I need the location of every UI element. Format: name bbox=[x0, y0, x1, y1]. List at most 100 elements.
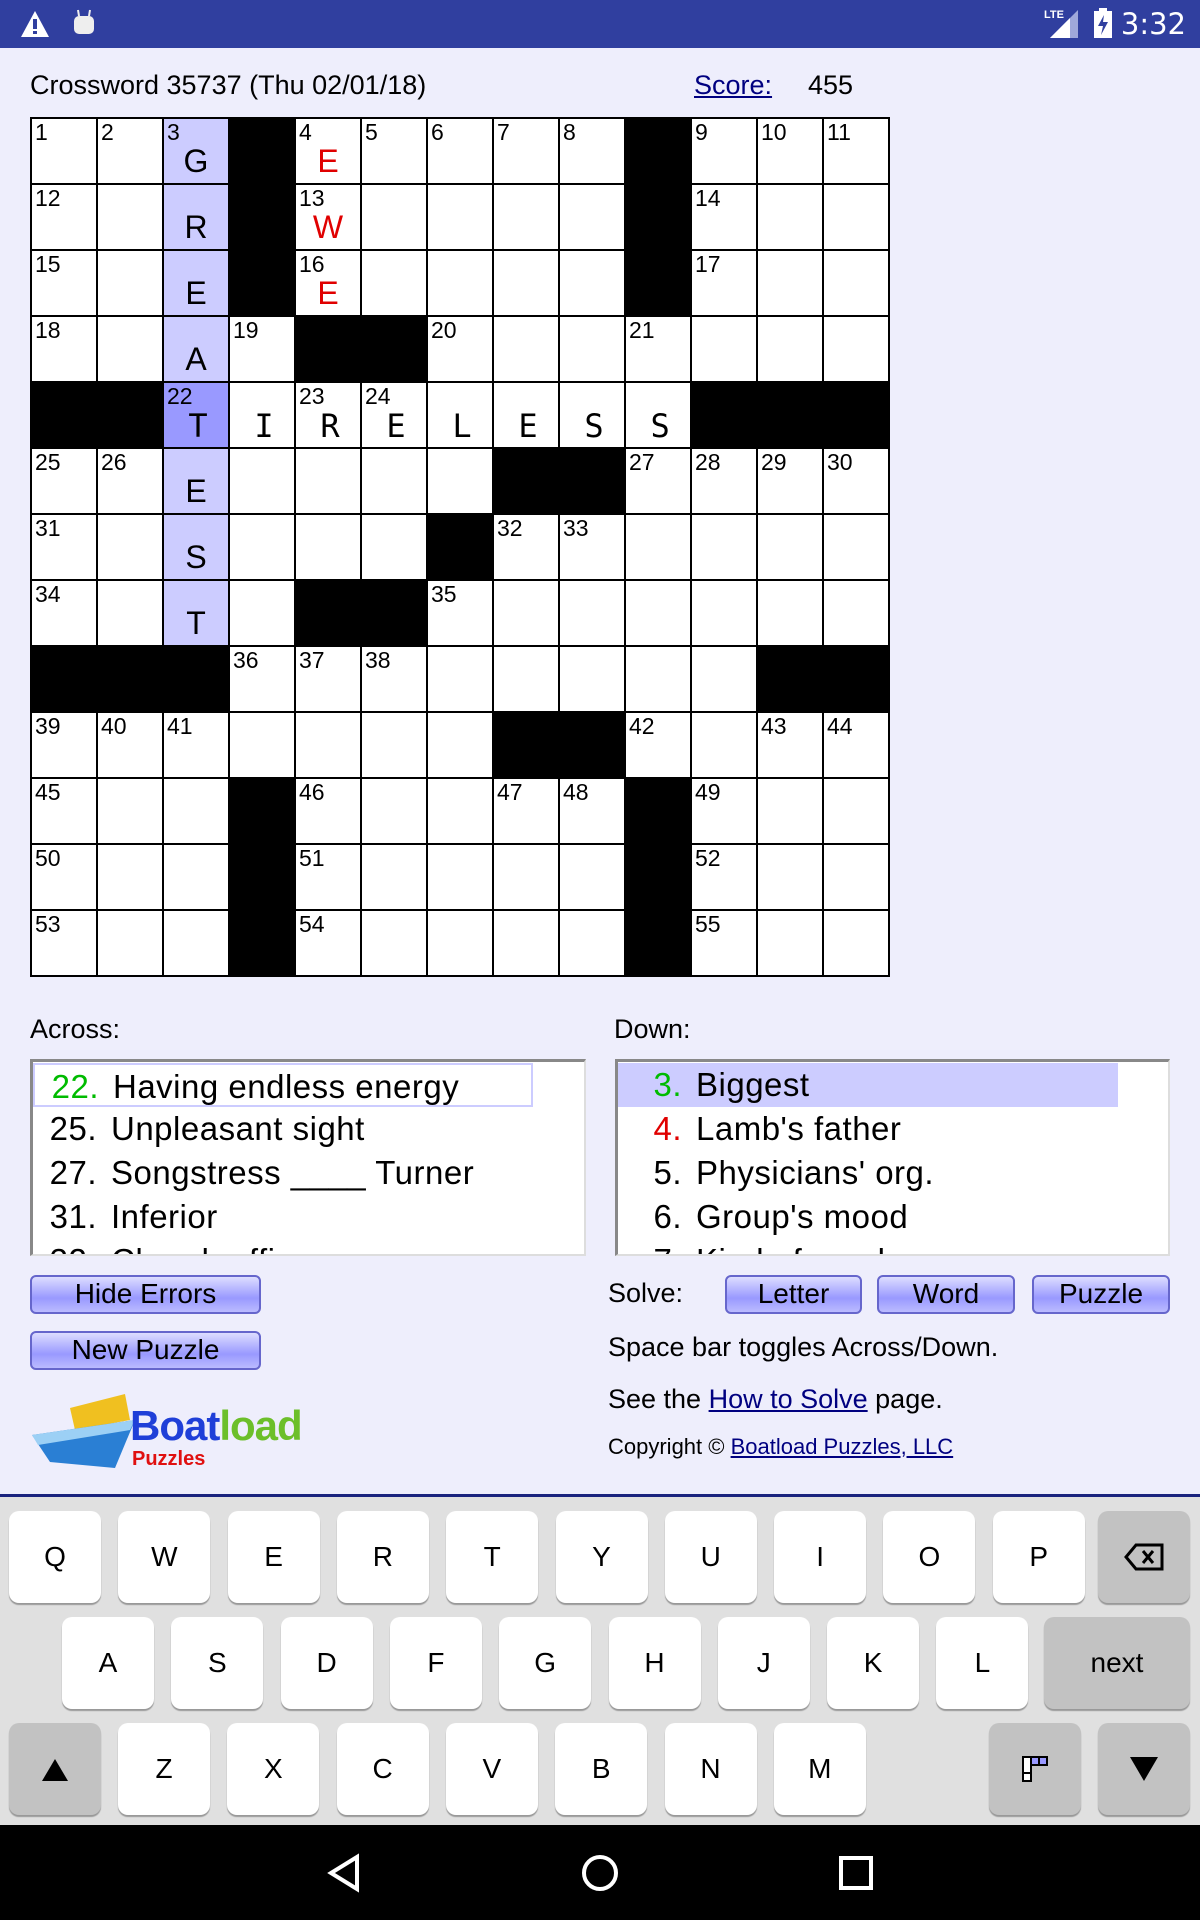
key-y[interactable]: Y bbox=[555, 1511, 648, 1603]
across-clue[interactable]: 27. Songstress ____ Turner bbox=[33, 1151, 584, 1195]
key-b[interactable]: B bbox=[555, 1723, 648, 1815]
grid-cell[interactable] bbox=[758, 845, 822, 909]
grid-cell[interactable] bbox=[494, 317, 558, 381]
grid-cell[interactable] bbox=[230, 515, 294, 579]
grid-cell[interactable]: 4E bbox=[296, 119, 360, 183]
grid-cell[interactable]: 36 bbox=[230, 647, 294, 711]
grid-cell[interactable]: 3G bbox=[164, 119, 228, 183]
key-a[interactable]: A bbox=[62, 1617, 154, 1709]
grid-cell[interactable] bbox=[626, 383, 690, 447]
key-n[interactable]: N bbox=[664, 1723, 757, 1815]
key-p[interactable]: P bbox=[992, 1511, 1085, 1603]
grid-cell[interactable] bbox=[692, 317, 756, 381]
grid-cell[interactable] bbox=[428, 911, 492, 975]
grid-cell[interactable]: 23 bbox=[296, 383, 360, 447]
company-link[interactable]: Boatload Puzzles, LLC bbox=[731, 1434, 954, 1459]
key-i[interactable]: I bbox=[774, 1511, 867, 1603]
grid-cell[interactable] bbox=[428, 647, 492, 711]
grid-cell[interactable]: 19 bbox=[230, 317, 294, 381]
grid-cell[interactable] bbox=[758, 317, 822, 381]
grid-cell[interactable] bbox=[692, 647, 756, 711]
grid-cell[interactable]: 42 bbox=[626, 713, 690, 777]
grid-cell[interactable]: 13 W bbox=[296, 185, 360, 249]
grid-cell[interactable] bbox=[428, 185, 492, 249]
grid-cell[interactable]: 22 bbox=[164, 383, 228, 447]
solve-letter-button[interactable]: Letter bbox=[725, 1275, 862, 1314]
grid-cell[interactable]: T bbox=[164, 581, 228, 645]
grid-cell[interactable] bbox=[494, 185, 558, 249]
key-e[interactable]: E bbox=[227, 1511, 320, 1603]
grid-cell[interactable]: 31 bbox=[32, 515, 96, 579]
grid-cell[interactable] bbox=[758, 515, 822, 579]
grid-cell[interactable] bbox=[362, 449, 426, 513]
grid-cell[interactable]: 48 bbox=[560, 779, 624, 843]
grid-cell[interactable] bbox=[824, 779, 888, 843]
grid-cell[interactable] bbox=[494, 845, 558, 909]
grid-cell[interactable] bbox=[362, 515, 426, 579]
grid-cell[interactable]: 55 bbox=[692, 911, 756, 975]
key-v[interactable]: V bbox=[445, 1723, 538, 1815]
grid-cell[interactable] bbox=[626, 515, 690, 579]
grid-cell[interactable] bbox=[428, 713, 492, 777]
grid-cell[interactable] bbox=[362, 845, 426, 909]
grid-cell[interactable]: 43 bbox=[758, 713, 822, 777]
grid-cell[interactable] bbox=[824, 185, 888, 249]
grid-cell[interactable] bbox=[824, 251, 888, 315]
score-link[interactable]: Score: bbox=[694, 70, 772, 101]
grid-cell[interactable]: E bbox=[164, 449, 228, 513]
grid-cell[interactable]: 44 bbox=[824, 713, 888, 777]
grid-cell[interactable]: 35 bbox=[428, 581, 492, 645]
grid-cell[interactable]: 38 bbox=[362, 647, 426, 711]
grid-cell[interactable]: 37 bbox=[296, 647, 360, 711]
down-clue[interactable]: 5. Physicians' org. bbox=[618, 1151, 1168, 1195]
next-key[interactable]: next bbox=[1044, 1617, 1190, 1709]
grid-cell[interactable] bbox=[362, 911, 426, 975]
grid-cell[interactable]: 14 bbox=[692, 185, 756, 249]
grid-cell[interactable] bbox=[560, 383, 624, 447]
grid-cell[interactable]: 53 bbox=[32, 911, 96, 975]
grid-cell[interactable]: 12 bbox=[32, 185, 96, 249]
key-t[interactable]: T bbox=[446, 1511, 539, 1603]
grid-cell[interactable] bbox=[758, 779, 822, 843]
across-clue[interactable]: 25. Unpleasant sight bbox=[33, 1107, 584, 1151]
recents-icon[interactable] bbox=[836, 1853, 876, 1893]
down-clue[interactable]: 4. Lamb's father bbox=[618, 1107, 1168, 1151]
grid-cell[interactable]: 46 bbox=[296, 779, 360, 843]
grid-cell[interactable]: 11 bbox=[824, 119, 888, 183]
down-clue-list[interactable]: 3. Biggest 4. Lamb's father 5. Physicians' or… bbox=[615, 1059, 1170, 1256]
grid-cell[interactable] bbox=[230, 383, 294, 447]
key-r[interactable]: R bbox=[336, 1511, 429, 1603]
grid-cell[interactable] bbox=[164, 845, 228, 909]
grid-cell[interactable]: 30 bbox=[824, 449, 888, 513]
grid-cell[interactable]: 18 bbox=[32, 317, 96, 381]
grid-cell[interactable] bbox=[98, 317, 162, 381]
grid-cell[interactable] bbox=[494, 383, 558, 447]
grid-cell[interactable] bbox=[758, 911, 822, 975]
key-w[interactable]: W bbox=[118, 1511, 211, 1603]
grid-cell[interactable] bbox=[824, 581, 888, 645]
solve-word-button[interactable]: Word bbox=[877, 1275, 1015, 1314]
grid-cell[interactable]: R bbox=[164, 185, 228, 249]
grid-cell[interactable] bbox=[560, 185, 624, 249]
grid-cell[interactable] bbox=[824, 845, 888, 909]
down-clue[interactable]: 3. Biggest bbox=[618, 1063, 1118, 1107]
grid-cell[interactable]: 33 bbox=[560, 515, 624, 579]
across-clue-list[interactable]: 22. Having endless energy 25. Unpleasant si… bbox=[30, 1059, 586, 1256]
how-to-solve-link[interactable]: How to Solve bbox=[709, 1384, 868, 1414]
grid-cell[interactable] bbox=[98, 845, 162, 909]
grid-cell[interactable]: 27 bbox=[626, 449, 690, 513]
shift-key[interactable] bbox=[9, 1723, 101, 1815]
grid-cell[interactable] bbox=[98, 779, 162, 843]
grid-cell[interactable]: 16 E bbox=[296, 251, 360, 315]
grid-cell[interactable] bbox=[560, 911, 624, 975]
grid-cell[interactable] bbox=[428, 845, 492, 909]
grid-cell[interactable] bbox=[362, 713, 426, 777]
grid-cell[interactable]: 20 bbox=[428, 317, 492, 381]
grid-cell[interactable] bbox=[230, 713, 294, 777]
new-puzzle-button[interactable]: New Puzzle bbox=[30, 1331, 261, 1370]
grid-cell[interactable] bbox=[428, 383, 492, 447]
key-u[interactable]: U bbox=[664, 1511, 757, 1603]
down-clue[interactable]: 6. Group's mood bbox=[618, 1195, 1168, 1239]
grid-cell[interactable]: E bbox=[164, 251, 228, 315]
grid-cell[interactable] bbox=[98, 251, 162, 315]
